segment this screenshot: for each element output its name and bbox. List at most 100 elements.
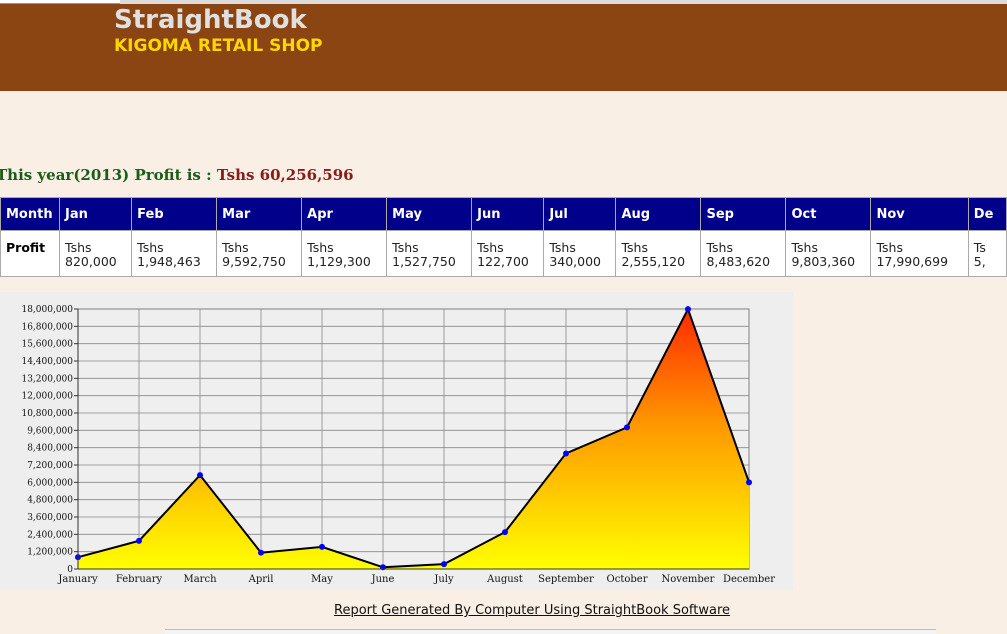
profit-cell-feb: Tshs 1,948,463 — [131, 230, 218, 277]
profit-cell-de: Ts 5, — [967, 230, 1007, 277]
data-point — [441, 561, 447, 568]
y-tick-label: 13,200,000 — [21, 374, 73, 384]
data-point — [258, 549, 264, 556]
profit-currency: Tshs — [621, 240, 648, 255]
y-tick-label: 15,600,000 — [21, 340, 73, 350]
month-header-nov: Nov — [870, 197, 969, 231]
profit-value: 2,555,120 — [621, 254, 686, 269]
profit-currency: Tshs — [706, 240, 733, 255]
month-header-may: May — [386, 197, 473, 231]
app-name: StraightBook — [114, 5, 307, 35]
profit-value: 8,483,620 — [706, 254, 771, 269]
x-tick-label: August — [486, 574, 523, 585]
table-row: Profit Tshs 820,000 Tshs 1,948,463 Tshs 9,592… — [0, 230, 1007, 277]
shop-name: KIGOMA RETAIL SHOP — [114, 36, 323, 56]
y-tick-label: 3,600,000 — [27, 513, 73, 523]
table-header-row: Month Jan Feb Mar Apr May Jun Jul Aug Sep Oct Nov D… — [0, 197, 1007, 231]
profit-value: 1,948,463 — [137, 254, 201, 269]
profit-value: 5, — [973, 254, 986, 269]
profit-value: 9,592,750 — [222, 254, 286, 269]
data-point — [319, 543, 325, 550]
profit-currency: Tshs — [137, 240, 164, 255]
profit-currency: Tshs — [307, 240, 334, 255]
month-header-jan: Jan — [59, 197, 133, 231]
profit-currency: Tshs — [392, 240, 419, 255]
data-point — [624, 424, 630, 431]
profit-currency: Tshs — [65, 240, 92, 255]
profit-value: 1,129,300 — [307, 254, 371, 269]
month-header-aug: Aug — [615, 197, 702, 231]
y-tick-label: 4,800,000 — [27, 496, 73, 506]
data-point — [685, 306, 691, 313]
profit-cell-oct: Tshs 9,803,360 — [785, 230, 872, 277]
x-tick-label: April — [248, 574, 274, 585]
month-header: Month — [0, 197, 61, 231]
report-footer-link[interactable]: Report Generated By Computer Using Strai… — [334, 603, 730, 618]
profit-cell-aug: Tshs 2,555,120 — [615, 230, 702, 277]
y-tick-label: 6,000,000 — [27, 478, 73, 488]
x-tick-label: March — [183, 574, 217, 585]
month-header-oct: Oct — [785, 197, 872, 231]
horizontal-scrollbar[interactable] — [165, 629, 936, 634]
profit-currency: Tshs — [791, 240, 818, 255]
profit-value: 17,990,699 — [876, 254, 949, 269]
month-header-mar: Mar — [216, 197, 303, 231]
y-tick-label: 8,400,000 — [27, 444, 73, 454]
profit-cell-mar: Tshs 9,592,750 — [216, 230, 303, 277]
profit-currency: Tshs — [477, 240, 504, 255]
profit-cell-nov: Tshs 17,990,699 — [870, 230, 969, 277]
y-tick-label: 14,400,000 — [21, 357, 73, 367]
x-tick-label: November — [662, 574, 715, 585]
profit-currency: Tshs — [876, 240, 903, 255]
data-point — [746, 479, 752, 486]
x-tick-label: February — [116, 574, 163, 585]
data-point — [502, 529, 508, 536]
profit-cell-jun: Tshs 122,700 — [471, 230, 545, 277]
monthly-profit-table: Month Jan Feb Mar Apr May Jun Jul Aug Sep Oct Nov D… — [0, 197, 1007, 277]
profit-value: 340,000 — [549, 254, 602, 269]
month-header-apr: Apr — [301, 197, 388, 231]
y-tick-label: 16,800,000 — [21, 322, 73, 332]
year-profit-summary: This year(2013) Profit is : Tshs 60,256,… — [0, 166, 354, 184]
month-header-jun: Jun — [471, 197, 545, 231]
profit-area-chart: 01,200,0002,400,0003,600,0004,800,0006,0… — [21, 305, 775, 585]
y-tick-label: 10,800,000 — [21, 409, 73, 419]
x-tick-label: December — [723, 574, 775, 585]
x-tick-label: May — [311, 574, 333, 585]
month-header-feb: Feb — [131, 197, 218, 231]
profit-cell-sep: Tshs 8,483,620 — [700, 230, 787, 277]
year-profit-label: This year(2013) Profit is : — [0, 166, 217, 184]
x-tick-label: October — [607, 574, 648, 585]
profit-cell-may: Tshs 1,527,750 — [386, 230, 473, 277]
year-profit-amount: Tshs 60,256,596 — [216, 166, 354, 184]
y-tick-label: 7,200,000 — [27, 461, 73, 471]
profit-cell-jul: Tshs 340,000 — [543, 230, 617, 277]
profit-value: 122,700 — [477, 254, 529, 269]
y-tick-label: 9,600,000 — [27, 426, 73, 436]
profit-currency: Tshs — [549, 240, 576, 255]
profit-value: 1,527,750 — [392, 254, 456, 269]
data-point — [197, 472, 203, 479]
profit-currency: Ts — [973, 240, 986, 255]
x-tick-label: July — [433, 574, 454, 585]
data-point — [563, 450, 569, 457]
y-tick-label: 12,000,000 — [21, 392, 73, 402]
profit-cell-apr: Tshs 1,129,300 — [301, 230, 388, 277]
month-header-sep: Sep — [700, 197, 787, 231]
profit-cell-jan: Tshs 820,000 — [59, 230, 133, 277]
data-point — [136, 537, 142, 544]
y-tick-label: 1,200,000 — [27, 548, 73, 558]
profit-currency: Tshs — [222, 240, 249, 255]
x-tick-label: June — [371, 574, 395, 585]
x-tick-label: January — [57, 574, 98, 585]
profit-row-label: Profit — [0, 230, 61, 277]
profit-value: 820,000 — [65, 254, 117, 269]
y-tick-label: 18,000,000 — [21, 305, 73, 315]
profit-chart: 0 1,200,000 2,400,000 3,600,000 4,800,000 6,0… — [0, 292, 793, 590]
month-header-de: De — [967, 197, 1007, 231]
x-tick-label: September — [538, 574, 594, 585]
profit-value: 9,803,360 — [791, 254, 856, 269]
app-header: StraightBook KIGOMA RETAIL SHOP — [0, 4, 1007, 91]
y-tick-label: 2,400,000 — [27, 530, 73, 540]
month-header-jul: Jul — [543, 197, 617, 231]
